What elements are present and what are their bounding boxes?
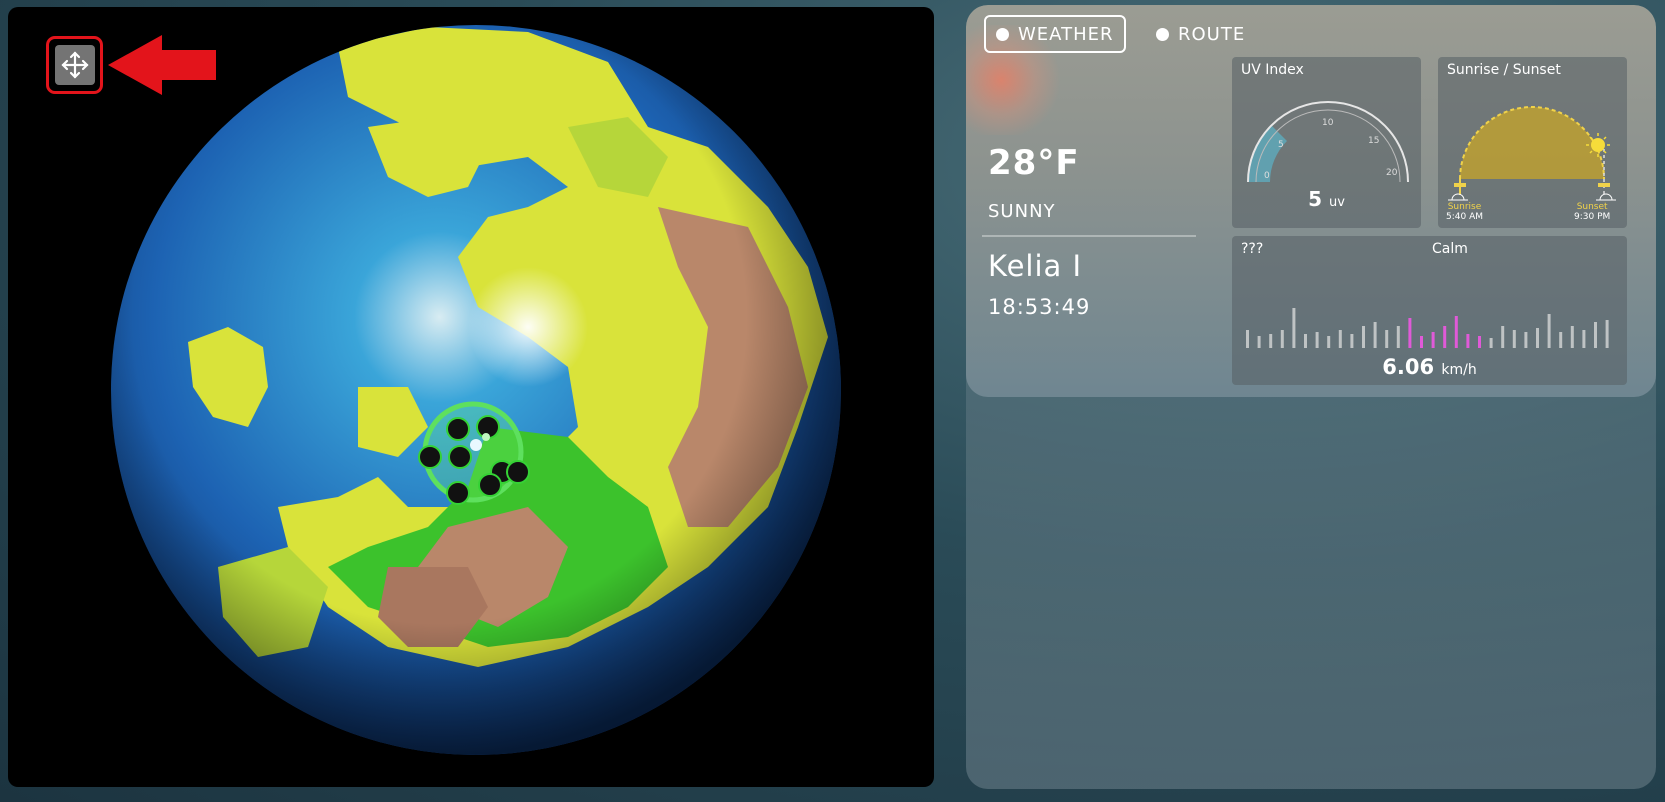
weather-card: WEATHER ROUTE 28°F SUNNY Kelia I 18:53:4… [966,5,1656,397]
wind-bar [1594,322,1597,348]
wind-bar [1582,330,1586,348]
uv-tick-20: 20 [1386,168,1398,178]
local-time: 18:53:49 [988,295,1091,319]
uv-tick-5: 5 [1278,140,1284,150]
wind-unit: km/h [1441,362,1477,378]
wind-bar [1501,326,1505,348]
uv-index-tile: UV Index 0 5 10 15 20 5 uv [1232,57,1421,228]
wind-bar [1478,336,1481,348]
uv-value: 5 [1308,187,1322,211]
wind-speed-readout: 6.06 km/h [1232,355,1627,379]
wind-bar [1257,336,1261,348]
sunset-icon [1599,193,1613,201]
wind-bar [1489,338,1493,348]
divider [982,235,1196,237]
tab-weather[interactable]: WEATHER [984,15,1126,53]
planet-globe[interactable] [8,7,934,787]
sunset-label-group: Sunset 9:30 PM [1574,202,1610,222]
sunrise-label-group: Sunrise 5:40 AM [1446,202,1483,222]
sunrise-label: Sunrise [1447,202,1482,212]
wind-bar [1547,314,1551,348]
wind-bar [1570,326,1574,348]
sun-icon [1591,138,1605,152]
red-arrow-indicator [108,35,216,95]
uv-unit: uv [1328,195,1345,210]
wind-bar [1454,316,1458,348]
wind-bar [1246,330,1249,348]
wind-speed: 6.06 [1382,355,1435,379]
wind-bar [1512,330,1516,348]
wind-bar [1536,328,1539,348]
weather-dot-icon [996,27,1009,41]
wind-bars [1246,308,1609,348]
wind-bar [1559,332,1563,348]
tab-weather-label: WEATHER [1018,23,1114,45]
wind-bar [1373,322,1377,348]
sunset-time: 9:30 PM [1574,212,1611,222]
sunset-label: Sunset [1576,202,1608,212]
route-dot-icon [1156,27,1169,41]
wind-bar [1408,318,1412,348]
wind-bar [1396,326,1400,348]
wind-bar [1362,326,1365,348]
wind-bar [1338,330,1342,348]
weather-condition: SUNNY [988,201,1056,222]
move-button[interactable] [46,36,103,94]
wind-bar [1292,308,1296,348]
uv-tick-10: 10 [1322,118,1334,128]
sunrise-time: 5:40 AM [1446,212,1483,222]
tab-route[interactable]: ROUTE [1156,15,1245,53]
uv-tick-0: 0 [1264,171,1270,181]
wind-bar [1315,332,1319,348]
wind-bar [1304,334,1307,348]
wind-bar [1420,336,1423,348]
wind-bar [1431,332,1435,348]
location-name: Kelia I [988,249,1083,283]
wind-bar [1385,330,1389,348]
info-panel: WEATHER ROUTE 28°F SUNNY Kelia I 18:53:4… [966,5,1656,789]
wind-bar [1524,332,1528,348]
wind-bar [1605,320,1609,348]
globe-viewport[interactable] [8,7,934,787]
wind-tile: ??? Calm 6.06 km/h [1232,236,1627,385]
wind-bar [1269,334,1273,348]
tab-route-label: ROUTE [1178,23,1246,45]
sunrise-sunset-tile: Sunrise / Sunset Sunrise 5:40 AM Sunset … [1438,57,1627,228]
temperature: 28°F [988,143,1080,183]
wind-bar [1327,336,1331,348]
uv-value-readout: 5 uv [1232,187,1421,211]
wind-bar [1466,334,1470,348]
wind-bar [1350,334,1354,348]
sunrise-icon [1451,193,1465,201]
uv-tick-15: 15 [1368,136,1379,146]
wind-bar [1443,326,1447,348]
move-icon [54,45,95,85]
wind-bar [1280,330,1284,348]
